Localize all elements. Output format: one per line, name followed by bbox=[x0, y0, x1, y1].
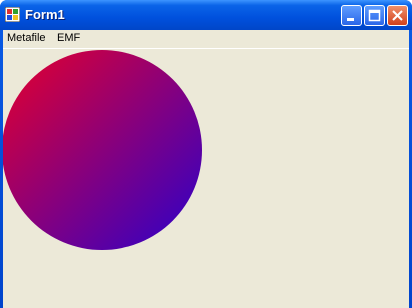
window-title: Form1 bbox=[25, 7, 65, 22]
title-bar[interactable]: Form1 bbox=[0, 0, 412, 30]
client-area: Metafile EMF bbox=[3, 30, 409, 308]
drawing-canvas bbox=[3, 50, 202, 250]
menu-metafile[interactable]: Metafile bbox=[7, 32, 46, 44]
maximize-button[interactable] bbox=[364, 5, 385, 26]
maximize-icon bbox=[368, 9, 381, 22]
menu-bar: Metafile EMF bbox=[3, 30, 409, 48]
app-window: Form1 Metafile EMF bbox=[0, 0, 412, 308]
gradient-circle bbox=[3, 50, 202, 250]
close-icon bbox=[392, 10, 403, 21]
minimize-icon bbox=[347, 18, 354, 21]
app-icon[interactable] bbox=[5, 7, 20, 22]
close-button[interactable] bbox=[387, 5, 408, 26]
menu-emf[interactable]: EMF bbox=[57, 32, 80, 44]
minimize-button[interactable] bbox=[341, 5, 362, 26]
